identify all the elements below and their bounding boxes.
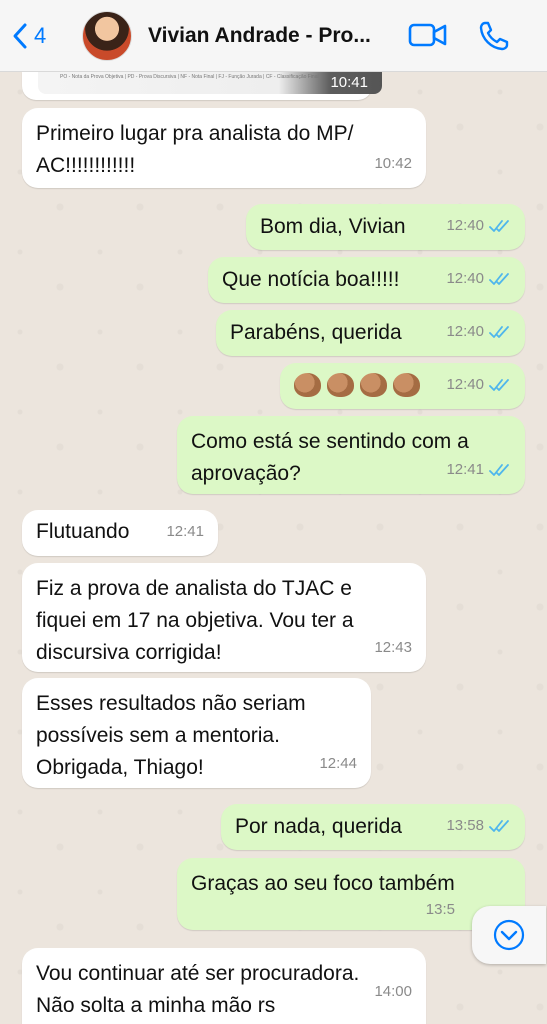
image-thumbnail[interactable]: PO - Nota da Prova Objetiva | PD - Prova… [38,72,382,94]
unread-count: 4 [34,22,47,48]
message-text-line: Vou continuar até ser procuradora. [36,962,360,985]
message-time: 12:43 [374,639,412,656]
message-meta: 13:58 [446,810,511,842]
double-check-read-icon [489,820,509,832]
chat-area[interactable]: PO - Nota da Prova Objetiva | PD - Prova… [0,72,547,1024]
message-meta: 10:42 [374,148,412,180]
clapping-hands-icon [294,373,321,397]
double-check-read-icon [489,326,509,338]
message-bubble-outgoing[interactable]: Como está se sentindo com a aprovação? 1… [177,416,525,494]
message-bubble-outgoing[interactable]: Por nada, querida 13:58 [221,804,525,850]
phone-icon [479,21,509,51]
message-text-line: Obrigada, Thiago! [36,756,204,779]
message-text-line: discursiva corrigida! [36,641,222,664]
message-meta: 14:00 [374,976,412,1008]
message-text-line: Não solta a minha mão rs [36,994,276,1017]
message-bubble-outgoing[interactable]: 12:40 [280,363,525,409]
message-text-line: possíveis sem a mentoria. [36,724,280,747]
message-time: 12:40 [446,270,484,287]
message-bubble-incoming[interactable]: Fiz a prova de analista do TJAC e fiquei… [22,563,426,672]
message-meta: 12:40 [446,263,511,295]
voice-call-button[interactable] [478,20,510,57]
message-bubble-incoming[interactable]: Esses resultados não seriam possíveis se… [22,678,371,788]
message-text-line: Esses resultados não seriam [36,692,306,715]
message-time: 12:41 [166,523,204,540]
message-time: 14:00 [374,983,412,1000]
back-chevron-icon [13,23,27,48]
clapping-hands-icon [360,373,387,397]
message-time: 13:5 [425,901,455,918]
video-call-icon [408,23,447,47]
message-bubble-incoming[interactable]: Primeiro lugar pra analista do MP/ AC!!!… [22,108,426,188]
message-meta: 12:43 [374,632,412,664]
scroll-to-bottom-button[interactable] [472,906,546,964]
message-time: 12:40 [446,217,484,234]
double-check-read-icon [489,464,509,476]
scroll-down-chevron-icon [493,919,525,951]
message-time: 12:44 [319,755,357,772]
message-meta: 12:40 [446,210,511,242]
message-text: Graças ao seu foco também [191,872,455,895]
double-check-read-icon [489,273,509,285]
chat-header: 4 Vivian Andrade - Pro... [0,0,547,72]
message-meta: 12:41 [166,516,204,548]
message-time: 10:41 [330,74,368,91]
message-time: 13:58 [446,817,484,834]
contact-name[interactable]: Vivian Andrade - Pro... [148,24,388,48]
back-button[interactable]: 4 [12,22,72,50]
clapping-hands-icon [393,373,420,397]
message-time: 10:42 [374,155,412,172]
message-text-line: Primeiro lugar pra analista do MP/ [36,122,354,145]
video-call-button[interactable] [408,20,448,55]
message-bubble-outgoing[interactable]: Que notícia boa!!!!! 12:40 [208,257,525,303]
message-text-line: AC!!!!!!!!!!!! [36,154,136,177]
double-check-read-icon [489,220,509,232]
message-bubble-outgoing[interactable]: Bom dia, Vivian 12:40 [246,204,525,250]
message-meta: 12:40 [446,369,511,401]
double-check-read-icon [489,379,509,391]
message-bubble-incoming[interactable]: Vou continuar até ser procuradora. Não s… [22,948,426,1024]
message-meta: 12:44 [319,748,357,780]
avatar[interactable] [82,10,132,61]
message-time: 12:40 [446,376,484,393]
message-meta: 13:5 [426,894,455,926]
message-time: 12:40 [446,323,484,340]
message-bubble-outgoing[interactable]: Parabéns, querida 12:40 [216,310,525,356]
message-text-line: fiquei em 17 na objetiva. Vou ter a [36,609,354,632]
message-meta: 12:41 [446,454,511,486]
message-time: 12:41 [446,461,484,478]
image-caption: PO - Nota da Prova Objetiva | PD - Prova… [60,74,319,80]
clapping-hands-icon [327,373,354,397]
image-message[interactable]: PO - Nota da Prova Objetiva | PD - Prova… [22,72,382,100]
message-text-line: Fiz a prova de analista do TJAC e [36,577,352,600]
message-meta: 12:40 [446,316,511,348]
message-bubble-incoming[interactable]: Flutuando 12:41 [22,510,218,556]
